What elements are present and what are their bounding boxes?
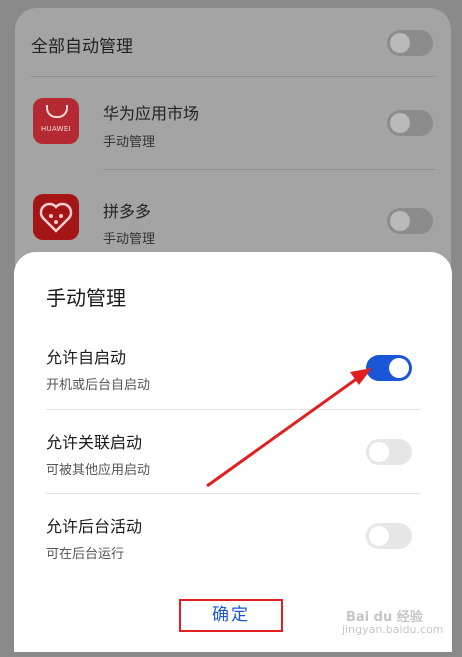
associated-start-toggle[interactable]	[366, 439, 412, 465]
option-description: 开机或后台自启动	[46, 378, 151, 393]
manual-manage-dialog: 手动管理 允许自启动 开机或后台自启动 允许关联启动 可被其他应用启动 允许后台…	[14, 252, 452, 652]
app-name: 华为应用市场	[103, 104, 200, 123]
option-description: 可被其他应用启动	[46, 463, 151, 478]
option-label: 允许自启动	[46, 348, 127, 367]
auto-manage-all-row[interactable]: 全部自动管理	[15, 8, 451, 76]
app-status: 手动管理	[103, 232, 156, 247]
app-row-pinduoduo[interactable]: 拼多多 手动管理	[15, 174, 451, 264]
option-label: 允许后台活动	[46, 517, 143, 536]
auto-manage-all-label: 全部自动管理	[31, 37, 133, 57]
app-status: 手动管理	[103, 135, 156, 150]
pinduoduo-icon	[33, 194, 79, 240]
watermark-url: jingyan.baidu.com	[342, 623, 444, 636]
background-activity-toggle[interactable]	[366, 523, 412, 549]
option-description: 可在后台运行	[46, 547, 125, 562]
app-name: 拼多多	[103, 202, 152, 221]
app-toggle-huawei[interactable]	[387, 110, 433, 136]
huawei-appgallery-icon: HUAWEI	[33, 98, 79, 144]
app-toggle-pinduoduo[interactable]	[387, 208, 433, 234]
divider	[103, 169, 435, 170]
app-row-huawei[interactable]: HUAWEI 华为应用市场 手动管理	[15, 76, 451, 174]
dialog-title: 手动管理	[46, 286, 126, 310]
auto-start-toggle[interactable]	[366, 355, 412, 381]
divider	[46, 493, 420, 494]
auto-manage-all-toggle[interactable]	[387, 30, 433, 56]
confirm-button[interactable]: 确定	[179, 599, 283, 632]
divider	[46, 409, 420, 410]
option-label: 允许关联启动	[46, 433, 143, 452]
